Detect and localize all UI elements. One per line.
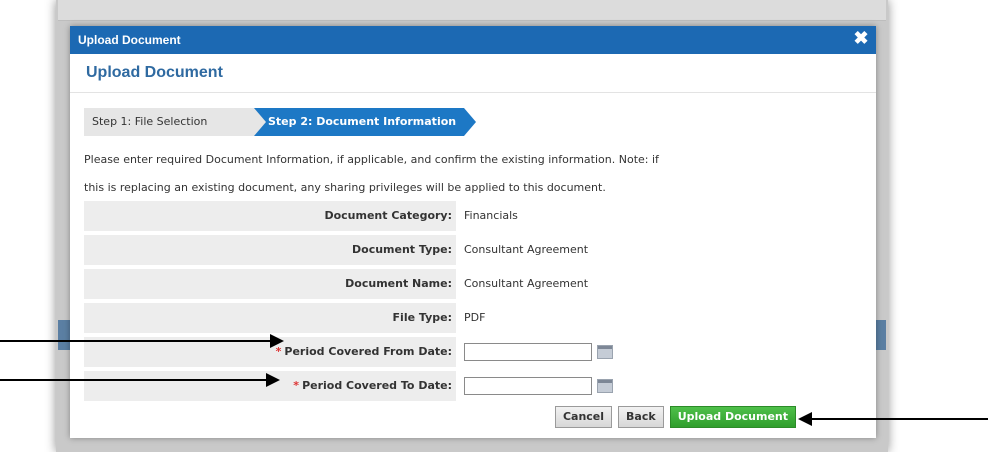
document-name-value: Consultant Agreement [464,277,589,290]
calendar-icon[interactable] [597,379,613,393]
document-category-value: Financials [464,209,518,222]
file-type-value: PDF [464,311,486,324]
cancel-button[interactable]: Cancel [554,406,613,428]
file-type-label: File Type: [84,303,456,333]
modal-header: Upload Document [70,54,876,93]
step-file-selection[interactable]: Step 1: File Selection [84,108,262,136]
modal-titlebar: Upload Document ✖ [70,26,876,54]
annotation-arrowhead-to-date [266,373,280,387]
period-to-label: Period Covered To Date: [302,379,452,392]
instructions-line-1: Please enter required Document Informati… [84,153,659,166]
upload-document-button[interactable]: Upload Document [669,406,796,428]
document-category-label: Document Category: [84,201,456,231]
period-from-label: Period Covered From Date: [284,345,452,358]
annotation-arrow-upload [810,418,988,420]
step-separator [254,108,266,136]
required-marker: * [293,379,300,392]
document-type-label: Document Type: [84,235,456,265]
row-document-type: Document Type: Consultant Agreement [84,235,860,265]
annotation-arrow-to-date [0,379,268,381]
document-info-form: Document Category: Financials Document T… [84,201,860,405]
screenshot-stage: Upload Document ✖ Upload Document Step 1… [0,0,990,452]
annotation-arrowhead-upload [798,412,812,426]
upload-document-modal: Upload Document ✖ Upload Document Step 1… [70,26,876,438]
button-bar: Cancel Back Upload Document [554,406,796,428]
period-from-date-input[interactable] [464,343,592,361]
instructions-line-2: this is replacing an existing document, … [84,181,606,194]
step-document-information: Step 2: Document Information [254,108,464,136]
wizard-steps: Step 1: File Selection Step 2: Document … [84,108,476,136]
annotation-arrowhead-from-date [270,334,284,348]
back-button[interactable]: Back [618,406,664,428]
row-document-category: Document Category: Financials [84,201,860,231]
period-to-date-input[interactable] [464,377,592,395]
calendar-icon[interactable] [597,345,613,359]
row-file-type: File Type: PDF [84,303,860,333]
document-name-label: Document Name: [84,269,456,299]
instructions: Please enter required Document Informati… [84,146,684,202]
row-document-name: Document Name: Consultant Agreement [84,269,860,299]
modal-title: Upload Document [78,33,181,47]
document-type-value: Consultant Agreement [464,243,589,256]
close-icon[interactable]: ✖ [850,27,872,49]
annotation-arrow-from-date [0,340,272,342]
step-active-arrow [464,108,476,136]
row-period-to: * Period Covered To Date: [84,371,860,401]
period-to-value-cell [456,371,860,401]
background-toolbar [58,0,886,21]
period-from-value-cell [456,337,860,367]
